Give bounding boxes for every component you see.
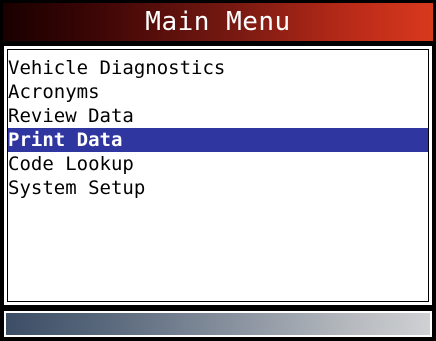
main-menu-list: Vehicle Diagnostics Acronyms Review Data… xyxy=(8,56,428,200)
main-menu-panel: Vehicle Diagnostics Acronyms Review Data… xyxy=(3,45,433,306)
menu-item-acronyms[interactable]: Acronyms xyxy=(8,80,428,104)
page-title: Main Menu xyxy=(145,7,291,37)
device-screen: Main Menu Vehicle Diagnostics Acronyms R… xyxy=(0,0,436,341)
title-bar: Main Menu xyxy=(3,3,433,41)
menu-item-system-setup[interactable]: System Setup xyxy=(8,176,428,200)
menu-item-review-data[interactable]: Review Data xyxy=(8,104,428,128)
status-bar-fill xyxy=(6,313,430,335)
status-bar xyxy=(3,310,433,338)
menu-item-code-lookup[interactable]: Code Lookup xyxy=(8,152,428,176)
main-menu-inner: Vehicle Diagnostics Acronyms Review Data… xyxy=(7,49,429,302)
menu-item-print-data[interactable]: Print Data xyxy=(8,128,428,152)
menu-item-vehicle-diagnostics[interactable]: Vehicle Diagnostics xyxy=(8,56,428,80)
